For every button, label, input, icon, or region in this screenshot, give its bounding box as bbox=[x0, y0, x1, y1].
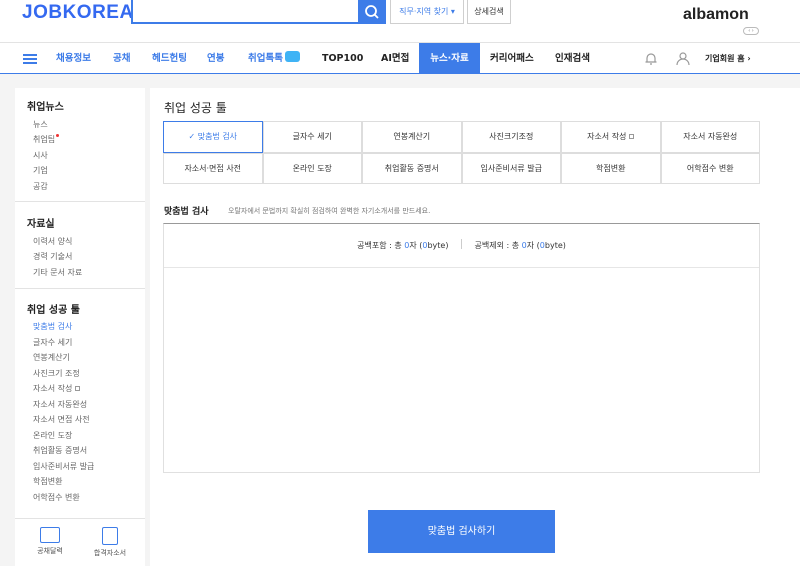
sidebar-link-char-count[interactable]: 글자수 세기 bbox=[33, 337, 72, 348]
tool-photo-resize[interactable]: 사진크기조정 bbox=[461, 121, 561, 153]
sidebar-link-salary-calc[interactable]: 연봉계산기 bbox=[33, 352, 70, 363]
nav-item-talk-label: 취업톡톡 bbox=[248, 53, 283, 64]
tool-gpa[interactable]: 학점변환 bbox=[561, 152, 661, 184]
sidebar-link-tips-label: 취업팁 bbox=[33, 135, 56, 144]
spell-check-textarea[interactable] bbox=[164, 269, 759, 472]
tool-documents[interactable]: 입사준비서류 발급 bbox=[461, 152, 561, 184]
tool-salary-calc[interactable]: 연봉계산기 bbox=[362, 121, 462, 153]
nav-item-talk[interactable]: 취업톡톡 bbox=[248, 43, 300, 74]
section-title: 맞춤법 검사 bbox=[164, 207, 209, 217]
tool-spell-check[interactable]: ✓ 맞춤법 검사 bbox=[163, 121, 263, 153]
calendar-icon bbox=[40, 527, 60, 543]
user-icon[interactable] bbox=[675, 50, 693, 68]
tool-spell-check-label: 맞춤법 검사 bbox=[197, 132, 238, 141]
count-with-space-label: 공백포함 : 총 bbox=[357, 241, 405, 250]
tool-char-count[interactable]: 글자수 세기 bbox=[262, 121, 362, 153]
menu-icon[interactable] bbox=[23, 54, 37, 64]
calendar-tool[interactable]: 공채달력 bbox=[20, 527, 80, 556]
nav-item-public[interactable]: 공채 bbox=[113, 43, 130, 74]
sidebar-divider bbox=[15, 201, 145, 202]
sidebar-link-certificate[interactable]: 취업활동 증명서 bbox=[33, 445, 87, 456]
main-content: 취업 성공 툴 ✓ 맞춤법 검사 글자수 세기 연봉계산기 사진크기조정 자소서… bbox=[150, 88, 800, 566]
albamon-logo[interactable]: albamon bbox=[683, 6, 749, 24]
char-unit: 자 ( bbox=[409, 241, 423, 250]
nav-item-salary[interactable]: 연봉 bbox=[207, 43, 224, 74]
search-input[interactable] bbox=[131, 0, 385, 24]
sidebar-title-tools: 취업 성공 툴 bbox=[27, 305, 80, 316]
sidebar-tools: 공채달력 합격자소서 bbox=[15, 518, 145, 566]
jobkorea-logo[interactable]: JOBKOREA bbox=[22, 2, 134, 24]
sidebar-link-news[interactable]: 뉴스 bbox=[33, 119, 48, 130]
sidebar-link-cover-letter[interactable]: 자소서 작성 bbox=[33, 383, 81, 394]
sidebar-link-autocomplete[interactable]: 자소서 자동완성 bbox=[33, 399, 87, 410]
sidebar-link-language-score[interactable]: 어학점수 변환 bbox=[33, 492, 80, 503]
top-bar: JOBKOREA 직무·지역 찾기 ▾ 상세검색 albamon ‹ › bbox=[0, 0, 800, 42]
tool-cover-letter-label: 자소서 작성 bbox=[587, 132, 627, 141]
tool-cover-letter[interactable]: 자소서 작성 bbox=[561, 121, 661, 153]
new-window-icon bbox=[629, 134, 635, 139]
sidebar-link-dictionary[interactable]: 자소서 면접 사전 bbox=[33, 414, 90, 425]
search-button[interactable] bbox=[358, 0, 386, 24]
sidebar-link-resume-form[interactable]: 이력서 양식 bbox=[33, 236, 72, 247]
sidebar-link-empathy[interactable]: 공감 bbox=[33, 181, 48, 192]
sidebar: 취업뉴스 뉴스 취업팁 시사 기업 공감 자료실 이력서 양식 경력 기술서 기… bbox=[15, 88, 145, 566]
sidebar-title-news: 취업뉴스 bbox=[27, 102, 64, 113]
job-region-button[interactable]: 직무·지역 찾기 ▾ bbox=[390, 0, 464, 24]
calendar-tool-label: 공채달력 bbox=[37, 547, 63, 555]
sidebar-link-online-stamp[interactable]: 온라인 도장 bbox=[33, 430, 72, 441]
sidebar-link-gpa[interactable]: 학점변환 bbox=[33, 476, 62, 487]
sidebar-link-photo-resize[interactable]: 사진크기 조정 bbox=[33, 368, 80, 379]
byte-unit: byte) bbox=[544, 241, 566, 250]
document-icon bbox=[102, 527, 118, 545]
byte-unit: byte) bbox=[427, 241, 449, 250]
corporate-home-link[interactable]: 기업회원 홈 › bbox=[705, 43, 751, 74]
sidebar-link-cover-letter-label: 자소서 작성 bbox=[33, 384, 73, 393]
nav-item-careerpass[interactable]: 커리어패스 bbox=[490, 43, 534, 74]
sidebar-divider bbox=[15, 288, 145, 289]
count-divider bbox=[461, 239, 462, 249]
count-without-space-label: 공백제외 : 총 bbox=[474, 241, 522, 250]
nav-item-jobs[interactable]: 채용정보 bbox=[56, 43, 91, 74]
sidebar-link-documents[interactable]: 입사준비서류 발급 bbox=[33, 461, 94, 472]
nav-item-ai-interview[interactable]: AI면접 bbox=[381, 43, 409, 74]
sidebar-link-other-docs[interactable]: 기타 문서 자료 bbox=[33, 267, 82, 278]
bell-icon[interactable] bbox=[643, 51, 659, 67]
passed-letter-tool[interactable]: 합격자소서 bbox=[80, 527, 140, 558]
nav-item-talent-search[interactable]: 인재검색 bbox=[555, 43, 590, 74]
tool-online-stamp[interactable]: 온라인 도장 bbox=[262, 152, 362, 184]
tool-autocomplete[interactable]: 자소서 자동완성 bbox=[660, 121, 760, 153]
passed-letter-tool-label: 합격자소서 bbox=[93, 549, 127, 557]
detail-search-button[interactable]: 상세검색 bbox=[467, 0, 511, 24]
page-title: 취업 성공 툴 bbox=[164, 101, 227, 115]
tool-language-score[interactable]: 어학점수 변환 bbox=[660, 152, 760, 184]
nav-item-top100[interactable]: TOP100 bbox=[322, 43, 363, 74]
tool-dictionary[interactable]: 자소서·면접 사전 bbox=[163, 152, 263, 184]
nav-item-headhunting[interactable]: 헤드헌팅 bbox=[152, 43, 187, 74]
new-dot-icon bbox=[56, 134, 60, 137]
nav-item-news[interactable]: 뉴스·자료 bbox=[419, 43, 480, 74]
chat-bubble-icon bbox=[284, 51, 300, 62]
check-icon: ✓ bbox=[188, 132, 198, 141]
char-count-bar: 공백포함 : 총 0자 (0byte) 공백제외 : 총 0자 (0byte) bbox=[164, 224, 759, 268]
spell-check-editor: 공백포함 : 총 0자 (0byte) 공백제외 : 총 0자 (0byte) bbox=[163, 223, 760, 473]
sidebar-link-tips[interactable]: 취업팁 bbox=[33, 134, 60, 145]
section-description: 오탈자에서 문법까지 확실히 점검하여 완벽한 자기소개서를 만드세요. bbox=[228, 207, 431, 215]
spell-check-button[interactable]: 맞춤법 검사하기 bbox=[368, 510, 555, 553]
tool-grid: ✓ 맞춤법 검사 글자수 세기 연봉계산기 사진크기조정 자소서 작성 자소서 … bbox=[163, 121, 760, 184]
sidebar-title-resources: 자료실 bbox=[27, 219, 55, 230]
search-icon bbox=[365, 5, 379, 19]
sidebar-link-spell-check[interactable]: 맞춤법 검사 bbox=[33, 321, 72, 332]
sidebar-link-company[interactable]: 기업 bbox=[33, 165, 48, 176]
tool-certificate[interactable]: 취업활동 증명서 bbox=[362, 152, 462, 184]
char-unit: 자 ( bbox=[526, 241, 540, 250]
new-window-icon bbox=[75, 386, 81, 391]
sidebar-link-career-desc[interactable]: 경력 기술서 bbox=[33, 251, 72, 262]
albamon-toggle[interactable]: ‹ › bbox=[743, 27, 759, 35]
sidebar-link-current[interactable]: 시사 bbox=[33, 150, 48, 161]
main-nav: 채용정보 공채 헤드헌팅 연봉 취업톡톡 TOP100 AI면접 뉴스·자료 커… bbox=[0, 42, 800, 74]
